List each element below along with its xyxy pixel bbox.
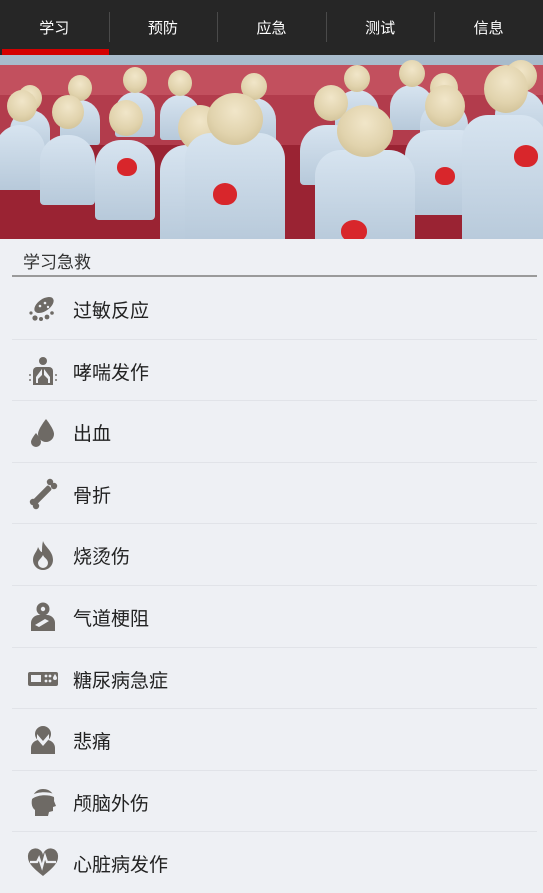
- tab-prevent[interactable]: 预防: [108, 0, 218, 55]
- allergy-icon: [26, 292, 60, 326]
- list-item-label: 心脏病发作: [73, 854, 169, 877]
- glucose-meter-icon: [26, 662, 60, 696]
- tab-emergency[interactable]: 应急: [217, 0, 326, 55]
- list-item-grief[interactable]: 悲痛: [12, 709, 537, 771]
- list-item-label: 烧烫伤: [73, 546, 131, 569]
- list-item-fracture[interactable]: 骨折: [12, 463, 537, 525]
- list-item-asthma[interactable]: 哮喘发作: [12, 340, 537, 402]
- section-header: 学习急救: [12, 239, 537, 277]
- tab-info[interactable]: 信息: [434, 0, 543, 55]
- tab-learn[interactable]: 学习: [0, 0, 109, 55]
- flame-icon: [26, 538, 60, 572]
- list-item-label: 哮喘发作: [73, 361, 150, 384]
- bone-icon: [26, 477, 60, 511]
- list-item-bleeding[interactable]: 出血: [12, 401, 537, 463]
- list-item-diabetes[interactable]: 糖尿病急症: [12, 648, 537, 710]
- heartbeat-icon: [26, 846, 60, 880]
- choking-icon: [26, 600, 60, 634]
- list-item-label: 悲痛: [73, 731, 112, 754]
- list-item-choking[interactable]: 气道梗阻: [12, 586, 537, 648]
- blood-drop-icon: [26, 415, 60, 449]
- tab-label: 预防: [147, 19, 178, 37]
- list-item-allergy[interactable]: 过敏反应: [12, 278, 537, 340]
- list-item-label: 过敏反应: [73, 300, 150, 322]
- tab-label: 学习: [39, 19, 70, 37]
- list-item-label: 气道梗阻: [73, 607, 150, 630]
- list-item-label: 颅脑外伤: [73, 792, 150, 815]
- list-item-burns[interactable]: 烧烫伤: [12, 524, 537, 586]
- tab-label: 信息: [473, 19, 504, 37]
- top-tab-bar: 学习 预防 应急 测试 信息: [0, 0, 543, 55]
- list-item-label: 骨折: [73, 484, 112, 507]
- list-item-label: 糖尿病急症: [73, 669, 169, 692]
- grief-icon: [26, 723, 60, 757]
- tab-test[interactable]: 测试: [325, 0, 435, 55]
- banner-photo: [0, 55, 543, 239]
- section-title: 学习急救: [23, 253, 91, 273]
- tab-label: 应急: [256, 19, 287, 37]
- lungs-icon: [26, 354, 60, 388]
- first-aid-topic-list: 过敏反应 哮喘发作 出血 骨折 烧烫伤 气道梗阻 糖尿病急症 悲痛 颅脑外伤 心…: [12, 278, 537, 893]
- head-injury-icon: [26, 785, 60, 819]
- list-item-head-injury[interactable]: 颅脑外伤: [12, 771, 537, 833]
- list-item-label: 出血: [73, 423, 112, 446]
- tab-label: 测试: [365, 19, 396, 37]
